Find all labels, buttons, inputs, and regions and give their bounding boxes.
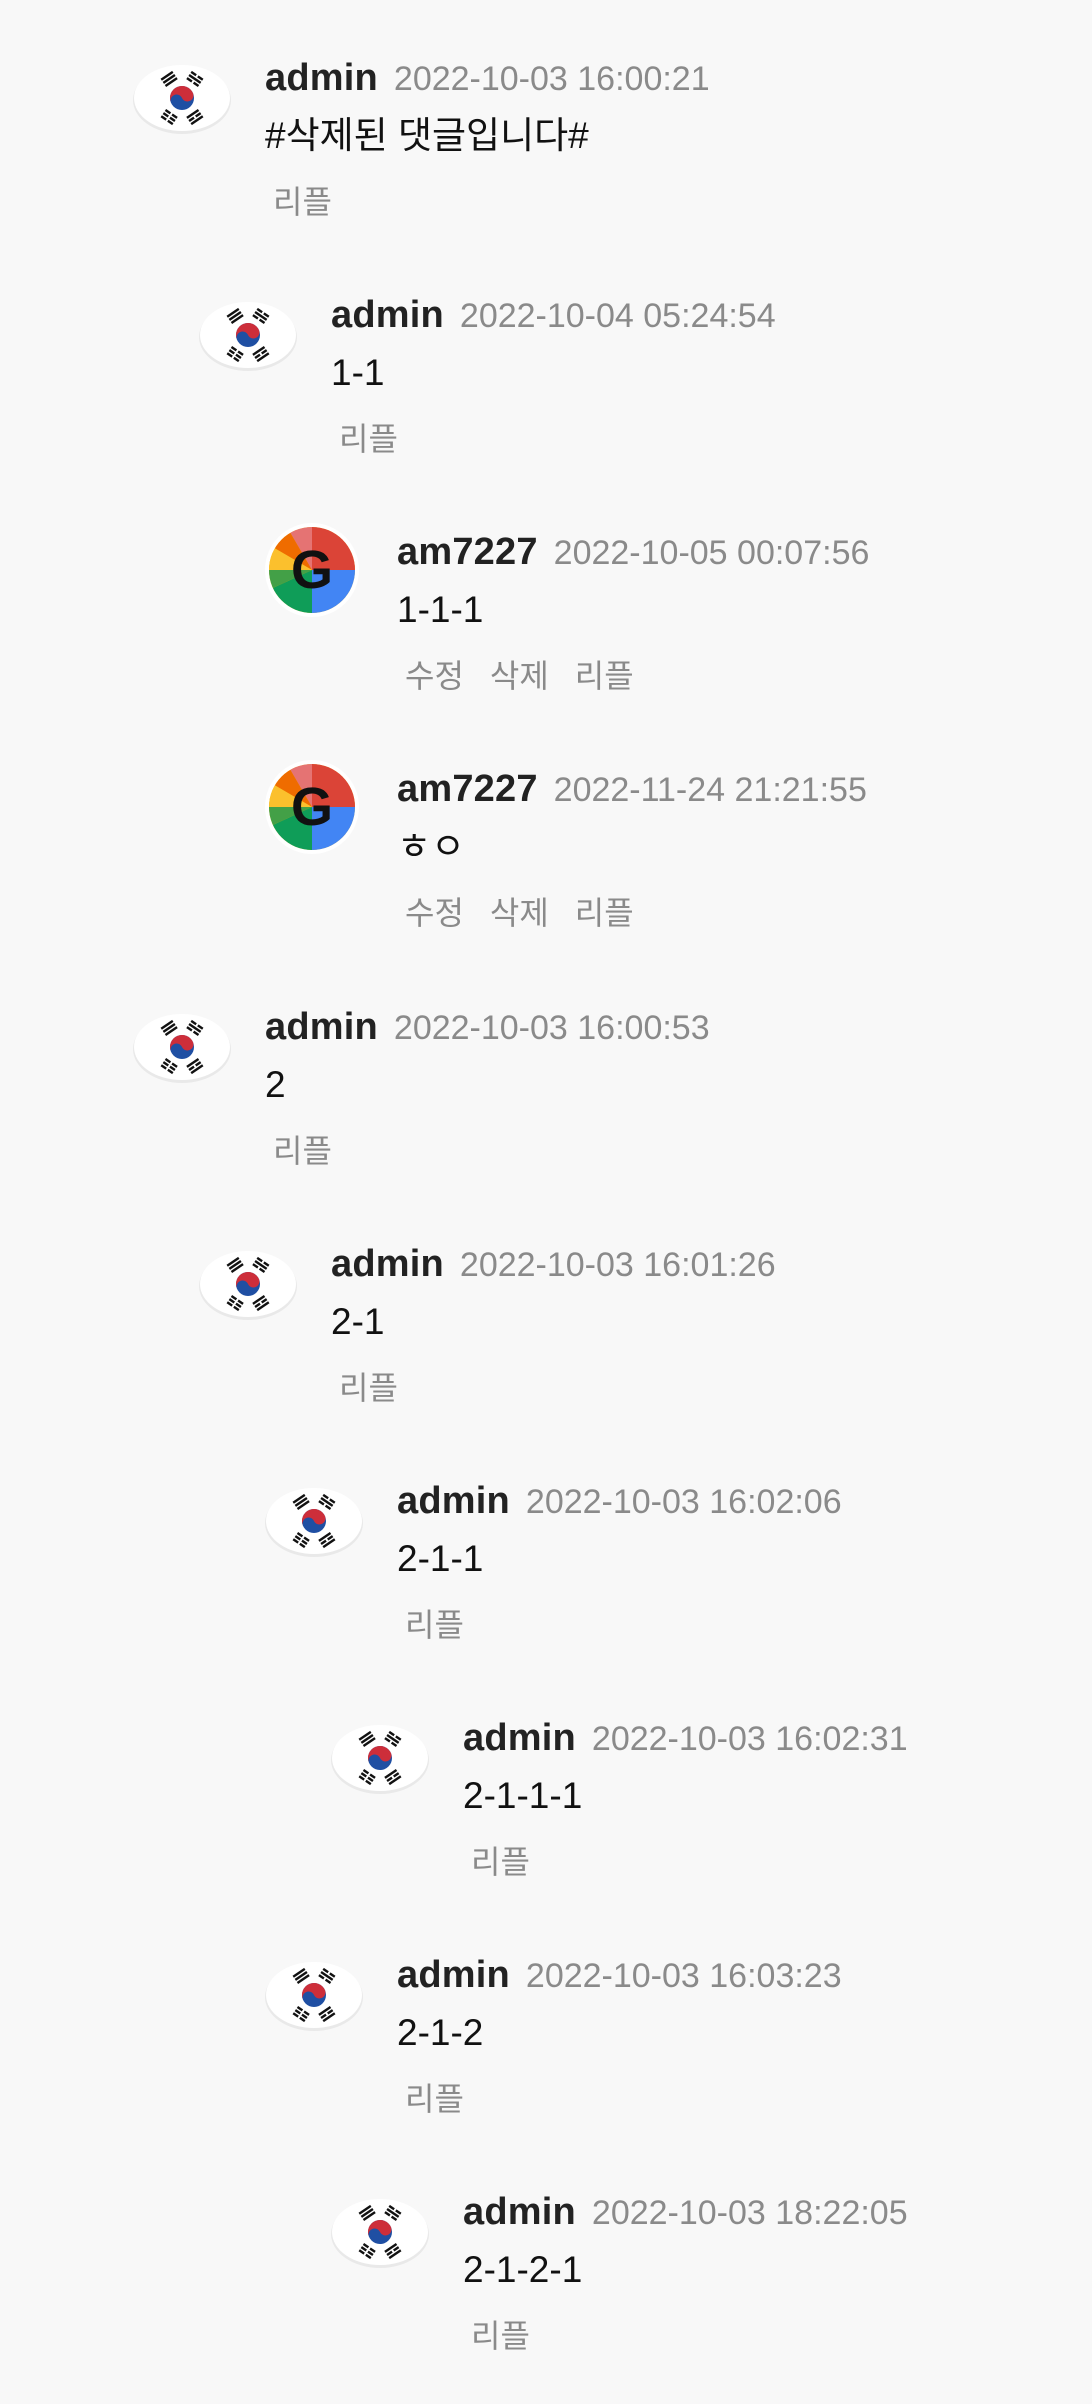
comment-text: 2-1-1-1 bbox=[463, 1775, 583, 1816]
comment-text: 2-1 bbox=[331, 1301, 385, 1342]
comment-timestamp: 2022-11-24 21:21:55 bbox=[553, 771, 867, 809]
comment-timestamp: 2022-10-05 00:07:56 bbox=[553, 534, 870, 572]
comment-author[interactable]: admin bbox=[397, 1954, 510, 1996]
google-icon bbox=[264, 522, 360, 618]
comment-author[interactable]: am7227 bbox=[397, 531, 538, 573]
comment-author[interactable]: admin bbox=[265, 57, 378, 99]
edit-button[interactable]: 수정 bbox=[405, 895, 464, 931]
google-icon bbox=[264, 759, 360, 855]
comment-text: #삭제된 댓글입니다# bbox=[265, 115, 589, 156]
comment-text: 2 bbox=[265, 1064, 286, 1105]
comment-author[interactable]: am7227 bbox=[397, 768, 538, 810]
comment-timestamp: 2022-10-03 16:03:23 bbox=[525, 1957, 842, 1995]
comment-thread: admin 2022-10-03 16:00:21 #삭제된 댓글입니다# 리플 … bbox=[0, 0, 1092, 2404]
korea-flag-icon bbox=[198, 1242, 298, 1326]
comment-author[interactable]: admin bbox=[265, 1006, 378, 1048]
comment-timestamp: 2022-10-03 16:01:26 bbox=[459, 1246, 776, 1284]
comment-author[interactable]: admin bbox=[331, 294, 444, 336]
reply-button[interactable]: 리플 bbox=[339, 1370, 398, 1406]
reply-button[interactable]: 리플 bbox=[405, 1607, 464, 1643]
comment-text: 2-1-2 bbox=[397, 2012, 484, 2053]
reply-button[interactable]: 리플 bbox=[575, 658, 634, 694]
reply-button[interactable]: 리플 bbox=[339, 421, 398, 457]
comment-timestamp: 2022-10-03 16:00:21 bbox=[393, 60, 710, 98]
comment-text: 1-1 bbox=[331, 352, 385, 393]
comment-timestamp: 2022-10-03 16:02:06 bbox=[525, 1483, 842, 1521]
reply-button[interactable]: 리플 bbox=[471, 2318, 530, 2354]
korea-flag-icon bbox=[264, 1953, 364, 2037]
reply-button[interactable]: 리플 bbox=[575, 895, 634, 931]
comment-text: 2-1-2-1 bbox=[463, 2249, 583, 2290]
edit-button[interactable]: 수정 bbox=[405, 658, 464, 694]
comment-author[interactable]: admin bbox=[463, 1717, 576, 1759]
comment-text: 1-1-1 bbox=[397, 589, 484, 630]
korea-flag-icon bbox=[198, 293, 298, 377]
comment-timestamp: 2022-10-04 05:24:54 bbox=[459, 297, 776, 335]
korea-flag-icon bbox=[132, 1005, 232, 1089]
korea-flag-icon bbox=[264, 1479, 364, 1563]
korea-flag-icon bbox=[330, 1716, 430, 1800]
comment-author[interactable]: admin bbox=[463, 2191, 576, 2233]
korea-flag-icon bbox=[330, 2190, 430, 2274]
reply-button[interactable]: 리플 bbox=[273, 1133, 332, 1169]
comment-author[interactable]: admin bbox=[397, 1480, 510, 1522]
reply-button[interactable]: 리플 bbox=[471, 1844, 530, 1880]
comment-timestamp: 2022-10-03 16:00:53 bbox=[393, 1009, 710, 1047]
korea-flag-icon bbox=[132, 56, 232, 140]
comment-timestamp: 2022-10-03 18:22:05 bbox=[591, 2194, 908, 2232]
comment-author[interactable]: admin bbox=[331, 1243, 444, 1285]
delete-button[interactable]: 삭제 bbox=[490, 658, 549, 694]
comment-timestamp: 2022-10-03 16:02:31 bbox=[591, 1720, 908, 1758]
delete-button[interactable]: 삭제 bbox=[490, 895, 549, 931]
reply-button[interactable]: 리플 bbox=[405, 2081, 464, 2117]
comment-text: 2-1-1 bbox=[397, 1538, 484, 1579]
reply-button[interactable]: 리플 bbox=[273, 184, 332, 220]
comment-text: ㅎㅇ bbox=[397, 826, 466, 867]
